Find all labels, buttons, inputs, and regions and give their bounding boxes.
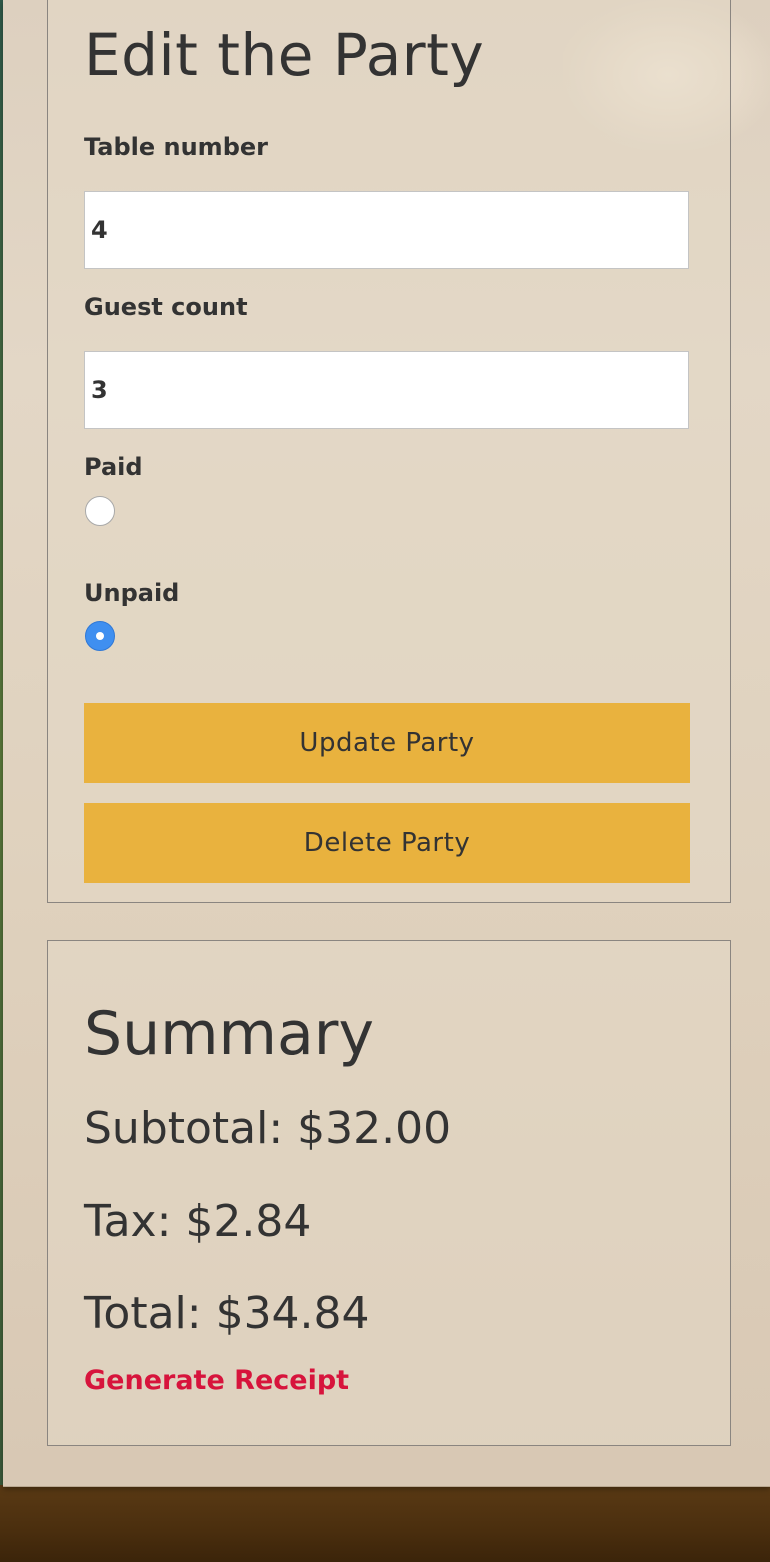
update-party-button[interactable]: Update Party	[84, 703, 690, 783]
delete-party-button[interactable]: Delete Party	[84, 803, 690, 883]
edit-party-card: Edit the Party Table number Guest count …	[47, 0, 731, 903]
radio-selected-dot	[96, 632, 104, 640]
summary-card: Summary Subtotal: $32.00 Tax: $2.84 Tota…	[47, 940, 731, 1446]
edit-party-title: Edit the Party	[84, 21, 485, 89]
paid-radio-label: Paid	[84, 453, 143, 481]
main-panel: Edit the Party Table number Guest count …	[3, 0, 770, 1487]
total-text: Total: $34.84	[84, 1288, 370, 1339]
subtotal-text: Subtotal: $32.00	[84, 1103, 452, 1154]
table-number-label: Table number	[84, 133, 268, 161]
tax-text: Tax: $2.84	[84, 1196, 312, 1247]
generate-receipt-link[interactable]: Generate Receipt	[84, 1365, 349, 1396]
paid-radio[interactable]	[85, 496, 115, 526]
unpaid-radio[interactable]	[85, 621, 115, 651]
summary-title: Summary	[84, 999, 374, 1069]
unpaid-radio-label: Unpaid	[84, 579, 180, 607]
guest-count-label: Guest count	[84, 293, 248, 321]
background-wood	[0, 1485, 770, 1562]
table-number-input[interactable]	[84, 191, 689, 269]
guest-count-input[interactable]	[84, 351, 689, 429]
